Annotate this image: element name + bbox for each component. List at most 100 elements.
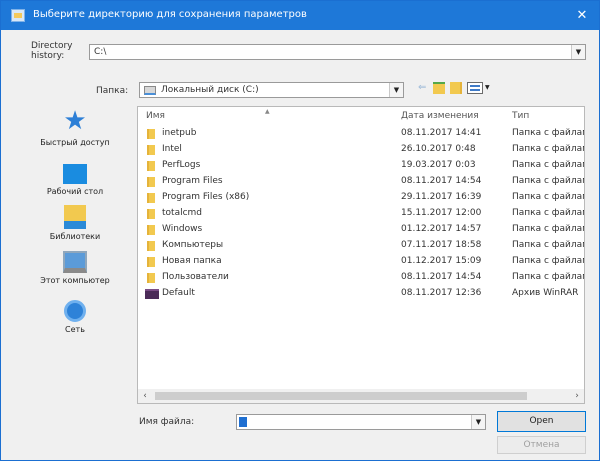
table-row[interactable]: Пользователи 08.11.2017 14:54 Папка с фа… — [138, 271, 584, 285]
file-type: Архив WinRAR — [512, 288, 579, 298]
location-combo[interactable]: Локальный диск (C:) ▼ — [139, 82, 404, 98]
file-type: Папка с файлами — [512, 240, 584, 250]
app-icon — [11, 9, 25, 22]
file-type: Папка с файлами — [512, 192, 584, 202]
close-icon[interactable]: ✕ — [565, 1, 599, 30]
table-row[interactable]: Intel 26.10.2017 0:48 Папка с файлами — [138, 143, 584, 157]
file-type: Папка с файлами — [512, 208, 584, 218]
file-type: Папка с файлами — [512, 144, 584, 154]
file-name: Default — [162, 288, 195, 298]
file-type: Папка с файлами — [512, 160, 584, 170]
file-name: Компьютеры — [162, 240, 224, 250]
location-value: Локальный диск (C:) — [161, 85, 259, 95]
table-row[interactable]: PerfLogs 19.03.2017 0:03 Папка с файлами — [138, 159, 584, 173]
folder-icon — [147, 129, 155, 139]
sidebar-item-label: Сеть — [65, 325, 85, 334]
new-folder-icon[interactable] — [450, 82, 462, 94]
drive-icon — [144, 86, 156, 95]
table-row[interactable]: Program Files (x86) 29.11.2017 16:39 Пап… — [138, 191, 584, 205]
scroll-left-icon[interactable]: ‹ — [138, 389, 152, 403]
file-date: 08.11.2017 14:54 — [401, 176, 482, 186]
scrollbar-thumb[interactable] — [155, 392, 527, 400]
chevron-down-icon[interactable]: ▼ — [571, 45, 585, 59]
cancel-button[interactable]: Отмена — [497, 436, 586, 454]
file-type: Папка с файлами — [512, 128, 584, 138]
file-date: 19.03.2017 0:03 — [401, 160, 476, 170]
sidebar-item-libraries[interactable]: Библиотеки — [19, 205, 131, 242]
folder-icon — [147, 273, 155, 283]
history-value: C:\ — [94, 47, 107, 57]
places-sidebar: ★ Быстрый доступ Рабочий стол Библиотеки… — [19, 107, 131, 403]
file-name: inetpub — [162, 128, 197, 138]
column-header-type[interactable]: Тип — [512, 111, 529, 121]
file-date: 01.12.2017 14:57 — [401, 224, 482, 234]
file-date: 01.12.2017 15:09 — [401, 256, 482, 266]
back-arrow-icon[interactable]: ⇐ — [418, 82, 428, 94]
sidebar-item-label: Библиотеки — [49, 232, 101, 241]
open-button[interactable]: Open — [497, 411, 586, 432]
view-menu-icon[interactable] — [467, 82, 483, 94]
file-name: Program Files — [162, 176, 223, 186]
folder-icon — [147, 209, 155, 219]
column-header-date[interactable]: Дата изменения — [401, 111, 479, 121]
file-type: Папка с файлами — [512, 176, 584, 186]
file-name: Пользователи — [162, 272, 229, 282]
file-date: 29.11.2017 16:39 — [401, 192, 482, 202]
file-type: Папка с файлами — [512, 224, 584, 234]
folder-icon — [147, 257, 155, 267]
folder-icon — [147, 177, 155, 187]
file-type: Папка с файлами — [512, 256, 584, 266]
window-title: Выберите директорию для сохранения парам… — [33, 9, 307, 20]
scroll-right-icon[interactable]: › — [570, 389, 584, 403]
column-header-name[interactable]: Имя — [146, 111, 165, 121]
folder-icon — [147, 241, 155, 251]
computer-icon — [63, 251, 87, 273]
chevron-down-icon[interactable]: ▼ — [389, 83, 403, 97]
sidebar-item-label: Быстрый доступ — [40, 138, 110, 147]
history-combo[interactable]: C:\ ▼ — [89, 44, 586, 60]
table-row[interactable]: inetpub 08.11.2017 14:41 Папка с файлами — [138, 127, 584, 141]
table-row[interactable]: totalcmd 15.11.2017 12:00 Папка с файлам… — [138, 207, 584, 221]
file-name: Windows — [162, 224, 203, 234]
file-name: Новая папка — [162, 256, 222, 266]
filename-label: Имя файла: — [139, 417, 195, 427]
file-date: 08.11.2017 14:41 — [401, 128, 482, 138]
file-date: 08.11.2017 14:54 — [401, 272, 482, 282]
file-list[interactable]: Имя ▲ Дата изменения Тип inetpub 08.11.2… — [137, 106, 585, 404]
up-folder-icon[interactable] — [433, 82, 445, 94]
title-bar[interactable]: Выберите директорию для сохранения парам… — [1, 1, 599, 30]
location-label: Папка: — [96, 86, 129, 96]
table-row[interactable]: Program Files 08.11.2017 14:54 Папка с ф… — [138, 175, 584, 189]
sidebar-item-label: Рабочий стол — [46, 187, 104, 196]
sidebar-item-label: Этот компьютер — [40, 276, 110, 285]
table-row[interactable]: Windows 01.12.2017 14:57 Папка с файлами — [138, 223, 584, 237]
desktop-icon — [63, 164, 87, 184]
file-date: 15.11.2017 12:00 — [401, 208, 482, 218]
folder-icon — [147, 161, 155, 171]
file-name: Intel — [162, 144, 182, 154]
star-icon: ★ — [63, 106, 87, 136]
sidebar-item-network[interactable]: Сеть — [19, 300, 131, 335]
filename-combo[interactable]: ▼ — [236, 414, 486, 430]
history-label: Directory history: — [31, 41, 73, 61]
file-date: 07.11.2017 18:58 — [401, 240, 482, 250]
file-date: 26.10.2017 0:48 — [401, 144, 476, 154]
sidebar-item-this-pc[interactable]: Этот компьютер — [19, 251, 131, 286]
sidebar-item-quick-access[interactable]: ★ Быстрый доступ — [19, 107, 131, 148]
folder-picker-dialog: Выберите директорию для сохранения парам… — [0, 0, 600, 461]
file-name: PerfLogs — [162, 160, 201, 170]
sidebar-item-desktop[interactable]: Рабочий стол — [19, 161, 131, 197]
file-type: Папка с файлами — [512, 272, 584, 282]
table-row[interactable]: Новая папка 01.12.2017 15:09 Папка с фай… — [138, 255, 584, 269]
chevron-down-icon[interactable]: ▼ — [485, 82, 490, 94]
file-name: totalcmd — [162, 208, 203, 218]
horizontal-scrollbar[interactable]: ‹ › — [138, 389, 584, 403]
file-date: 08.11.2017 12:36 — [401, 288, 482, 298]
table-row[interactable]: Default 08.11.2017 12:36 Архив WinRAR — [138, 287, 584, 301]
network-icon — [64, 300, 86, 322]
chevron-down-icon[interactable]: ▼ — [471, 415, 485, 429]
text-cursor-selection — [239, 417, 247, 427]
libraries-icon — [64, 205, 86, 229]
table-row[interactable]: Компьютеры 07.11.2017 18:58 Папка с файл… — [138, 239, 584, 253]
folder-icon — [147, 193, 155, 203]
